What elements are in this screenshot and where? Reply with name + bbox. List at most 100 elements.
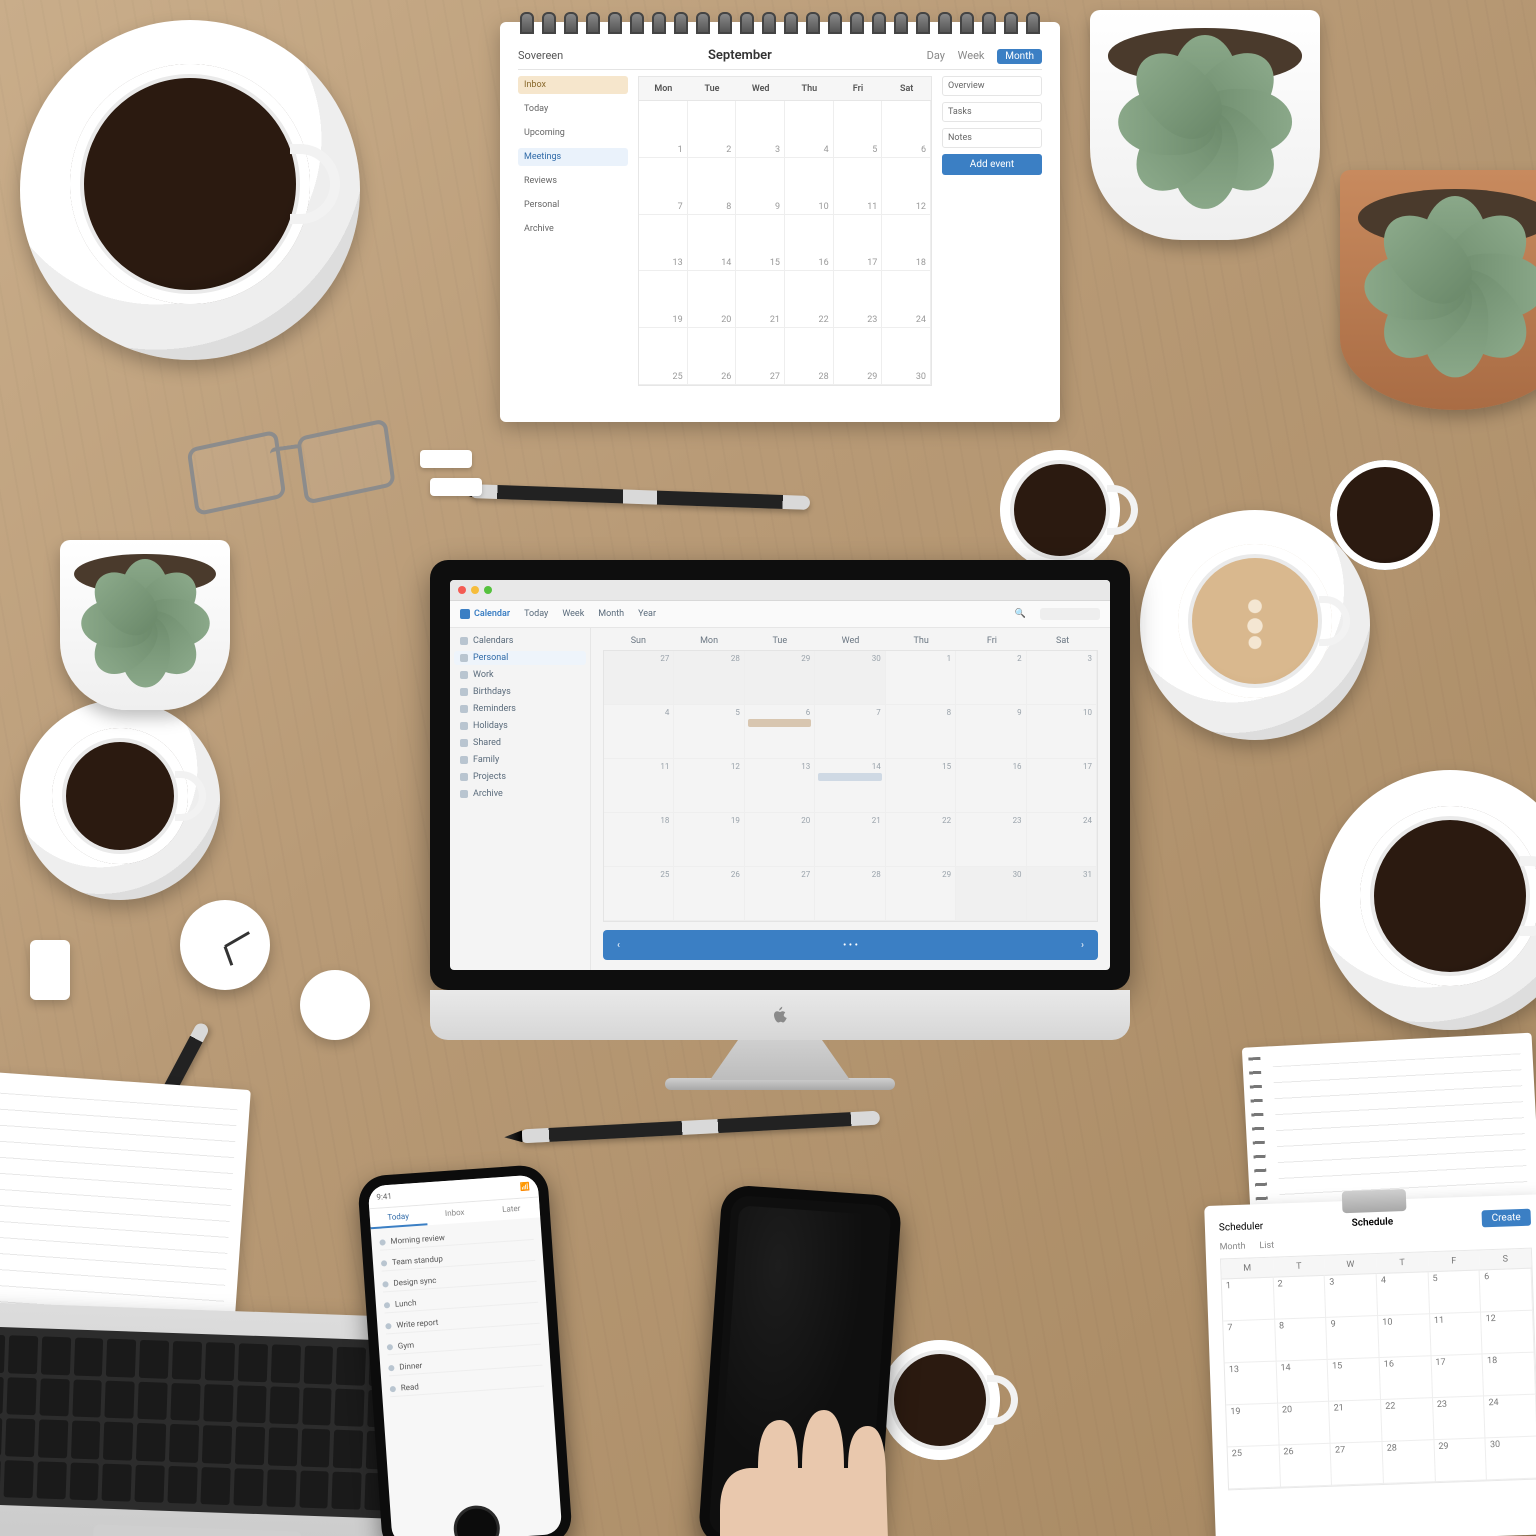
sidebar-item[interactable]: Holidays xyxy=(460,721,580,731)
toolbar-year[interactable]: Year xyxy=(638,609,656,619)
key[interactable] xyxy=(73,1338,103,1376)
key[interactable] xyxy=(335,1388,365,1426)
key[interactable] xyxy=(300,1429,330,1467)
calendar-cell[interactable]: 29 xyxy=(745,651,815,705)
calendar-cell[interactable]: 27 xyxy=(745,867,815,921)
prev-month-button[interactable]: ‹ xyxy=(617,940,620,951)
calendar-cell[interactable]: 3 xyxy=(1027,651,1097,705)
calendar-cell[interactable]: 17 xyxy=(1027,759,1097,813)
key[interactable] xyxy=(235,1426,265,1464)
key[interactable] xyxy=(69,1462,99,1500)
key[interactable] xyxy=(105,1380,135,1418)
key[interactable] xyxy=(135,1464,165,1502)
key[interactable] xyxy=(333,1430,363,1468)
calendar-cell[interactable]: 30 xyxy=(815,651,885,705)
key[interactable] xyxy=(72,1379,102,1417)
agenda-list[interactable]: Morning reviewTeam standupDesign syncLun… xyxy=(371,1217,563,1536)
key[interactable] xyxy=(106,1339,136,1377)
calendar-cell[interactable]: 10 xyxy=(1027,705,1097,759)
calendar-cell[interactable]: 25 xyxy=(604,867,674,921)
key[interactable] xyxy=(6,1377,36,1415)
calendar-cell[interactable]: 2 xyxy=(956,651,1026,705)
key[interactable] xyxy=(270,1344,300,1382)
sidebar-item[interactable]: Personal xyxy=(454,651,586,665)
iphone-agenda[interactable]: 9:41 📶 Today Inbox Later Morning reviewT… xyxy=(357,1164,573,1536)
sidebar-item[interactable]: Reminders xyxy=(460,704,580,714)
key[interactable] xyxy=(332,1471,362,1509)
key[interactable] xyxy=(336,1347,366,1385)
toolbar-month[interactable]: Month xyxy=(598,609,624,619)
minimize-icon[interactable] xyxy=(471,586,479,594)
calendar-cell[interactable]: 18 xyxy=(604,813,674,867)
key[interactable] xyxy=(0,1334,5,1372)
calendar-cell[interactable]: 1 xyxy=(886,651,956,705)
sidebar-item[interactable]: Shared xyxy=(460,738,580,748)
calendar-cell[interactable]: 14 xyxy=(815,759,885,813)
calendar-cell[interactable]: 27 xyxy=(604,651,674,705)
key[interactable] xyxy=(0,1459,1,1497)
sidebar-item[interactable]: Calendars xyxy=(460,636,580,646)
key[interactable] xyxy=(103,1422,133,1460)
calendar-cell[interactable]: 28 xyxy=(674,651,744,705)
key[interactable] xyxy=(238,1343,268,1381)
key[interactable] xyxy=(202,1425,232,1463)
key[interactable] xyxy=(102,1463,132,1501)
search-icon[interactable]: 🔍 xyxy=(1015,609,1026,619)
key[interactable] xyxy=(39,1378,69,1416)
iphone-blank[interactable] xyxy=(698,1184,903,1536)
calendar-cell[interactable]: 31 xyxy=(1027,867,1097,921)
key[interactable] xyxy=(236,1385,266,1423)
key[interactable] xyxy=(266,1469,296,1507)
key[interactable] xyxy=(303,1346,333,1384)
calendar-cell[interactable]: 24 xyxy=(1027,813,1097,867)
sidebar-item[interactable]: Archive xyxy=(460,789,580,799)
calendar-cell[interactable]: 15 xyxy=(886,759,956,813)
key[interactable] xyxy=(269,1386,299,1424)
calendar-cell[interactable]: 7 xyxy=(815,705,885,759)
key[interactable] xyxy=(203,1384,233,1422)
key[interactable] xyxy=(8,1335,38,1373)
key[interactable] xyxy=(136,1423,166,1461)
key[interactable] xyxy=(205,1342,235,1380)
calendar-cell[interactable]: 13 xyxy=(745,759,815,813)
search-input[interactable] xyxy=(1040,608,1100,620)
key[interactable] xyxy=(299,1470,329,1508)
calendar-cell[interactable]: 30 xyxy=(956,867,1026,921)
close-icon[interactable] xyxy=(458,586,466,594)
key[interactable] xyxy=(200,1467,230,1505)
calendar-cell[interactable]: 12 xyxy=(674,759,744,813)
trackpad[interactable] xyxy=(91,1524,301,1536)
sidebar-item[interactable]: Work xyxy=(460,670,580,680)
key[interactable] xyxy=(172,1341,202,1379)
sidebar-item[interactable]: Birthdays xyxy=(460,687,580,697)
calendar-cell[interactable]: 21 xyxy=(815,813,885,867)
calendar-cell[interactable]: 16 xyxy=(956,759,1026,813)
key[interactable] xyxy=(171,1382,201,1420)
key[interactable] xyxy=(41,1336,71,1374)
key[interactable] xyxy=(0,1417,2,1455)
calendar-cell[interactable]: 22 xyxy=(886,813,956,867)
calendar-cell[interactable]: 8 xyxy=(886,705,956,759)
sidebar-item[interactable]: Family xyxy=(460,755,580,765)
key[interactable] xyxy=(38,1419,68,1457)
key[interactable] xyxy=(139,1340,169,1378)
calendar-cell[interactable]: 19 xyxy=(674,813,744,867)
month-grid[interactable]: 2728293012345678910111213141516171819202… xyxy=(603,650,1098,922)
imac-screen[interactable]: Calendar Today Week Month Year 🔍 Calenda… xyxy=(430,560,1130,990)
sidebar-item[interactable]: Projects xyxy=(460,772,580,782)
calendar-cell[interactable]: 23 xyxy=(956,813,1026,867)
key[interactable] xyxy=(169,1424,199,1462)
next-month-button[interactable]: › xyxy=(1081,940,1084,951)
key[interactable] xyxy=(168,1465,198,1503)
key[interactable] xyxy=(0,1376,4,1414)
calendar-cell[interactable]: 5 xyxy=(674,705,744,759)
calendar-cell[interactable]: 29 xyxy=(886,867,956,921)
key[interactable] xyxy=(138,1381,168,1419)
key[interactable] xyxy=(3,1460,33,1498)
calendar-cell[interactable]: 4 xyxy=(604,705,674,759)
toolbar-today[interactable]: Today xyxy=(524,609,548,619)
calendar-cell[interactable]: 6 xyxy=(745,705,815,759)
calendar-cell[interactable]: 20 xyxy=(745,813,815,867)
key[interactable] xyxy=(302,1387,332,1425)
key[interactable] xyxy=(5,1418,35,1456)
